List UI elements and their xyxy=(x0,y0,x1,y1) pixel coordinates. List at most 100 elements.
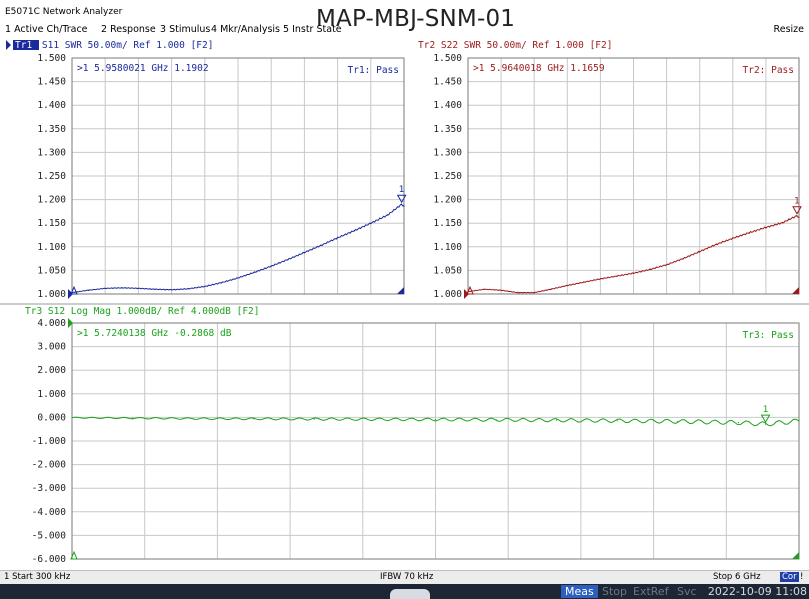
menu-response[interactable]: 2 Response xyxy=(101,24,156,35)
status-bar: 1 Start 300 kHz IFBW 70 kHz Stop 6 GHz C… xyxy=(0,570,809,584)
expand-chevron-icon[interactable] xyxy=(390,589,430,599)
pass-label: Tr1: Pass xyxy=(348,65,399,76)
y-tick-label: 2.000 xyxy=(37,365,66,376)
stop-label: Stop 6 GHz xyxy=(713,572,761,582)
ifbw-label: IFBW 70 kHz xyxy=(380,572,434,582)
data-point xyxy=(104,287,106,289)
data-point xyxy=(401,203,403,205)
y-tick-label: 3.000 xyxy=(37,342,66,353)
menu-active-ch-trace[interactable]: 1 Active Ch/Trace xyxy=(5,24,88,35)
trace-header: Tr1 S11 SWR 50.00m/ Ref 1.000 [F2] xyxy=(19,40,213,51)
data-point xyxy=(192,417,194,420)
data-point xyxy=(566,284,568,287)
trace-header: Tr3 S12 Log Mag 1.000dB/ Ref 4.000dB [F2… xyxy=(25,306,260,317)
data-point xyxy=(533,291,535,294)
y-tick-label: 1.050 xyxy=(37,265,66,276)
data-point xyxy=(599,278,601,280)
data-point xyxy=(495,419,497,421)
menu-stimulus[interactable]: 3 Stimulus xyxy=(160,24,210,35)
menu-mkr-analysis[interactable]: 4 Mkr/Analysis xyxy=(211,24,280,35)
y-tick-label: 1.050 xyxy=(433,265,462,276)
pass-label: Tr2: Pass xyxy=(743,65,794,76)
data-point xyxy=(517,291,519,294)
stop-marker-icon xyxy=(792,287,799,294)
data-point xyxy=(137,287,139,289)
marker-triangle-icon xyxy=(792,206,802,215)
channel-start-label: 1 Start 300 kHz xyxy=(4,572,71,582)
y-tick-label: -6.000 xyxy=(32,554,67,565)
data-point xyxy=(682,258,684,260)
y-tick-label: -4.000 xyxy=(32,507,67,518)
y-tick-label: 1.350 xyxy=(433,124,462,135)
y-tick-label: 1.100 xyxy=(433,242,462,253)
stop-marker-icon xyxy=(792,552,799,559)
y-tick-label: 1.000 xyxy=(37,389,66,400)
y-tick-label: 1.250 xyxy=(433,171,462,182)
softkey-meas[interactable]: Meas xyxy=(561,585,598,598)
y-tick-label: 1.150 xyxy=(433,218,462,229)
marker-flag-label: 1 xyxy=(399,185,405,195)
data-point xyxy=(253,271,256,273)
trace-header: Tr2 S22 SWR 50.00m/ Ref 1.000 [F2] xyxy=(418,40,612,51)
data-point xyxy=(434,418,437,421)
y-tick-label: -1.000 xyxy=(32,436,67,447)
data-point xyxy=(353,230,355,232)
marker-readout: >1 5.7240138 GHz -0.2868 dB xyxy=(77,328,232,339)
data-point xyxy=(632,272,635,274)
data-point xyxy=(87,289,90,291)
y-tick-label: 1.250 xyxy=(37,171,66,182)
softkey-extref[interactable]: ExtRef xyxy=(633,585,669,598)
data-point xyxy=(313,418,315,420)
softkey-svc[interactable]: Svc xyxy=(677,585,697,598)
y-tick-label: 1.100 xyxy=(37,242,66,253)
active-trace-tag: Tr1 xyxy=(15,40,32,51)
data-point xyxy=(550,288,552,290)
active-trace-arrow-icon xyxy=(6,40,11,50)
y-tick-label: 1.150 xyxy=(37,218,66,229)
data-point xyxy=(170,289,173,291)
data-point xyxy=(699,250,701,253)
chart-area: Tr1 S11 SWR 50.00m/ Ref 1.000 [F2]Tr1 1.5… xyxy=(0,40,809,565)
data-point xyxy=(287,258,289,261)
data-point xyxy=(583,281,585,283)
data-point xyxy=(131,417,134,419)
stop-marker-icon xyxy=(397,287,404,294)
y-tick-label: 1.400 xyxy=(433,100,462,111)
y-tick-label: -3.000 xyxy=(32,483,67,494)
data-point xyxy=(187,288,189,290)
menu-bar: 1 Active Ch/Trace 2 Response 3 Stimulus … xyxy=(0,22,809,38)
app-title: E5071C Network Analyzer xyxy=(5,7,123,17)
data-point xyxy=(665,264,668,266)
resize-button[interactable]: Resize xyxy=(774,24,804,35)
status-extra: ! xyxy=(800,572,804,582)
data-point xyxy=(649,268,651,271)
data-point xyxy=(732,237,734,239)
y-tick-label: 1.450 xyxy=(37,77,66,88)
data-point xyxy=(303,251,305,254)
y-tick-label: 1.000 xyxy=(433,289,462,300)
menu-instr-state[interactable]: 5 Instr State xyxy=(283,24,342,35)
y-tick-label: 1.500 xyxy=(433,53,462,64)
data-point xyxy=(386,214,388,216)
data-point xyxy=(483,288,486,290)
data-point xyxy=(616,275,618,277)
data-point xyxy=(71,417,73,419)
chart-panel-tr1: Tr1 S11 SWR 50.00m/ Ref 1.000 [F2]Tr1 1.5… xyxy=(6,40,407,300)
data-point xyxy=(798,420,800,422)
y-tick-label: -2.000 xyxy=(32,460,67,471)
data-point xyxy=(798,216,800,219)
softkey-stop[interactable]: Stop xyxy=(602,585,627,598)
data-point xyxy=(403,205,405,207)
data-point xyxy=(370,222,372,224)
data-point xyxy=(121,287,123,289)
data-point xyxy=(374,418,376,420)
marker-flag-label: 1 xyxy=(763,405,769,415)
data-point xyxy=(715,243,717,246)
chart-panel-tr3: Tr3 S12 Log Mag 1.000dB/ Ref 4.000dB [F2… xyxy=(25,306,800,565)
marker-flag-label: 1 xyxy=(794,197,800,207)
data-point xyxy=(781,222,784,224)
marker-readout: >1 5.9580021 GHz 1.1902 xyxy=(77,63,209,74)
y-tick-label: 1.300 xyxy=(433,147,462,158)
data-point xyxy=(253,418,255,420)
data-point xyxy=(677,420,679,423)
